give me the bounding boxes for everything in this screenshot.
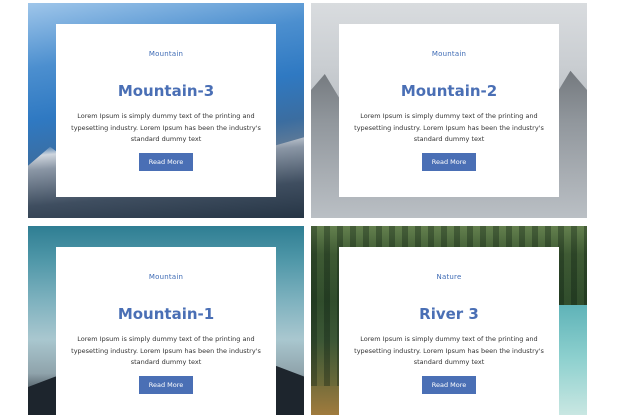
card-category[interactable]: Nature <box>339 273 559 281</box>
card-title: Mountain-2 <box>400 82 498 100</box>
card-description: Lorem Ipsum is simply dummy text of the … <box>71 335 261 366</box>
card-panel: Nature River 3 Lorem Ipsum is simply dum… <box>339 247 559 415</box>
card-mountain-1: Mountain Mountain-1 Lorem Ipsum is simpl… <box>28 226 304 415</box>
card-description: Lorem Ipsum is simply dummy text of the … <box>354 112 544 143</box>
read-more-button[interactable]: Read More <box>422 375 476 394</box>
card-category[interactable]: Mountain <box>56 50 276 58</box>
card-description: Lorem Ipsum is simply dummy text of the … <box>71 112 261 143</box>
card-panel: Mountain Mountain-1 Lorem Ipsum is simpl… <box>56 247 276 415</box>
card-mountain-2: Mountain Mountain-2 Lorem Ipsum is simpl… <box>311 3 587 218</box>
read-more-button[interactable]: Read More <box>139 152 193 171</box>
card-category[interactable]: Mountain <box>56 273 276 281</box>
card-title: Mountain-3 <box>117 82 215 100</box>
card-title: River 3 <box>419 305 479 323</box>
read-more-button[interactable]: Read More <box>422 152 476 171</box>
card-title: Mountain-1 <box>117 305 215 323</box>
card-panel: Mountain Mountain-3 Lorem Ipsum is simpl… <box>56 24 276 197</box>
read-more-button[interactable]: Read More <box>139 375 193 394</box>
card-river-3: Nature River 3 Lorem Ipsum is simply dum… <box>311 226 587 415</box>
card-grid: Mountain Mountain-3 Lorem Ipsum is simpl… <box>0 0 622 415</box>
card-panel: Mountain Mountain-2 Lorem Ipsum is simpl… <box>339 24 559 197</box>
card-category[interactable]: Mountain <box>339 50 559 58</box>
card-mountain-3: Mountain Mountain-3 Lorem Ipsum is simpl… <box>28 3 304 218</box>
card-description: Lorem Ipsum is simply dummy text of the … <box>354 335 544 366</box>
